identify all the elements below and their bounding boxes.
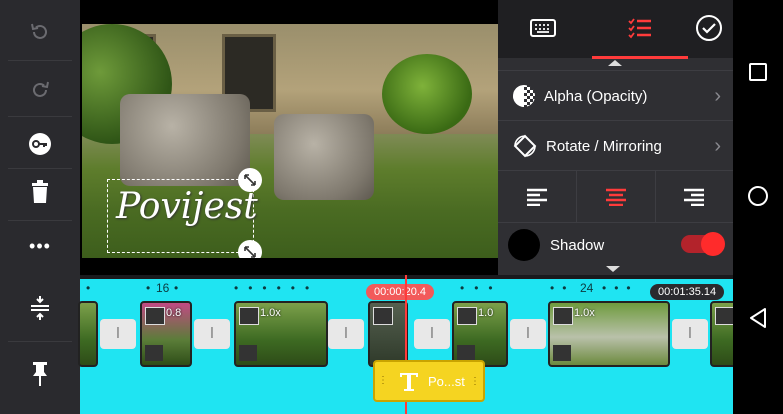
resize-icon [244, 246, 256, 258]
clip-settings-icon [457, 307, 477, 325]
pin-icon [33, 362, 47, 386]
split-expand-icon [31, 296, 49, 320]
transition-button[interactable]: I [414, 319, 450, 349]
clip-settings-icon [553, 307, 573, 325]
tab-keyboard[interactable] [498, 0, 588, 56]
undo-icon [31, 23, 47, 39]
chevron-right-icon: › [714, 134, 721, 157]
redo-button[interactable] [8, 66, 72, 114]
shadow-color-swatch[interactable] [508, 229, 540, 261]
keyframe-icon [29, 133, 51, 155]
more-icon: ••• [29, 235, 51, 256]
transition-button[interactable]: I [510, 319, 546, 349]
more-button[interactable]: ••• [8, 222, 72, 270]
rotate-handle[interactable] [238, 168, 262, 192]
scroll-down-indicator [606, 266, 620, 272]
total-time: 00:01:35.14 [650, 284, 725, 300]
timeline-sidebar [0, 275, 80, 414]
opacity-icon [513, 85, 535, 107]
panel-tabs [498, 0, 733, 59]
align-left-button[interactable] [498, 170, 576, 223]
timeline-tools-button[interactable] [8, 283, 72, 333]
video-clip[interactable] [78, 301, 98, 367]
back-triangle-icon [750, 308, 766, 328]
text-layer-box[interactable]: Povijest [107, 168, 262, 258]
clip-settings-icon [145, 307, 165, 325]
drag-handle-right[interactable]: ⋮ [470, 376, 480, 387]
undo-button[interactable] [8, 8, 72, 56]
done-button[interactable] [686, 0, 732, 56]
overlay-text: Povijest [116, 186, 258, 227]
options-panel: Alpha (Opacity) › Rotate / Mirroring › S… [498, 0, 733, 275]
transition-button[interactable]: I [100, 319, 136, 349]
align-center-button[interactable] [576, 170, 656, 223]
ruler-mark: 24 [580, 281, 594, 295]
transition-button[interactable]: I [672, 319, 708, 349]
clip-settings-icon [239, 307, 259, 325]
ruler-mark: 16 [156, 281, 170, 295]
text-clip[interactable]: ⋮ Po...st ⋮ [373, 360, 485, 402]
text-clip-label: Po...st [428, 373, 465, 389]
preview-frame: Povijest [82, 24, 498, 258]
clip-speed: 1.0 [478, 307, 494, 319]
mute-icon [145, 345, 163, 361]
align-left-icon [527, 188, 547, 206]
playhead-time: 00:00:20.4 [366, 284, 434, 300]
redo-icon [33, 81, 49, 97]
back-button[interactable] [733, 298, 783, 338]
video-clip[interactable] [368, 301, 408, 367]
rotate-label: Rotate / Mirroring [546, 137, 662, 155]
transition-button[interactable]: I [194, 319, 230, 349]
align-right-button[interactable] [655, 170, 733, 223]
timeline: • • 16 • •••••• ••• •• 24 ••• I 0.8 I 1.… [0, 275, 738, 414]
alpha-label: Alpha (Opacity) [544, 87, 648, 105]
rotate-icon [244, 174, 256, 186]
clip-speed: 0.8 [166, 307, 182, 319]
video-preview[interactable]: Povijest [80, 0, 498, 275]
clip-speed: 1.0x [260, 307, 281, 319]
clip-settings-icon [373, 307, 393, 325]
chevron-right-icon: › [714, 84, 721, 107]
mute-icon [239, 345, 257, 361]
trash-icon [32, 180, 48, 203]
video-clip[interactable]: 0.8 [140, 301, 192, 367]
alpha-row[interactable]: Alpha (Opacity) › [498, 70, 733, 121]
tab-properties[interactable] [592, 0, 688, 59]
pin-button[interactable] [8, 349, 72, 399]
align-center-icon [606, 188, 626, 206]
shadow-label: Shadow [550, 236, 605, 254]
text-t-icon [400, 373, 418, 391]
shadow-row: Shadow [498, 222, 733, 267]
rotate-mirror-icon [513, 134, 537, 158]
keyboard-icon [530, 19, 556, 37]
clip-settings-icon [715, 307, 735, 325]
checkmark-icon [696, 15, 722, 41]
recents-button[interactable] [733, 52, 783, 92]
shadow-toggle[interactable] [681, 232, 725, 256]
resize-handle[interactable] [238, 240, 262, 258]
video-clip[interactable]: 1.0x [548, 301, 670, 367]
video-clip[interactable]: 1.0 [452, 301, 508, 367]
keyframe-button[interactable] [8, 120, 72, 168]
square-icon [749, 63, 767, 81]
clip-speed: 1.0x [574, 307, 595, 319]
align-right-icon [684, 188, 704, 206]
scroll-up-indicator [608, 60, 622, 66]
checklist-icon [628, 18, 651, 39]
delete-button[interactable] [8, 168, 72, 216]
kinemaster-editor: ••• Povijest Alpha (Opacity) › Rotate / … [0, 0, 738, 414]
circle-icon [748, 186, 768, 206]
home-button[interactable] [733, 176, 783, 216]
android-nav-bar [733, 0, 783, 414]
mute-icon [553, 345, 571, 361]
left-toolbar: ••• [0, 0, 80, 275]
drag-handle-left[interactable]: ⋮ [378, 376, 388, 386]
rotate-row[interactable]: Rotate / Mirroring › [498, 120, 733, 171]
video-clip[interactable]: 1.0x [234, 301, 328, 367]
mute-icon [457, 345, 475, 361]
transition-button[interactable]: I [328, 319, 364, 349]
